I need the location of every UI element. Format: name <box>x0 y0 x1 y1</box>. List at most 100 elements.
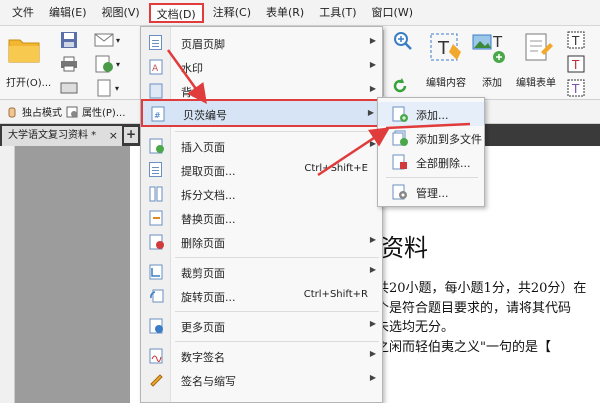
svg-text:T: T <box>571 82 580 96</box>
menu-item-delete-pages[interactable]: 删除页面 ▶ <box>141 230 382 254</box>
extract-pages-icon <box>149 162 165 178</box>
convert-icon[interactable]: ▾ <box>92 54 122 74</box>
menu-item-replace-pages[interactable]: 替换页面... <box>141 206 382 230</box>
menu-window[interactable]: 窗口(W) <box>366 3 419 23</box>
text-select-icon[interactable]: T <box>566 78 586 98</box>
submenu-arrow-icon: ▶ <box>369 319 376 328</box>
zoom-in-icon[interactable] <box>390 30 416 52</box>
add-label[interactable]: 添加 <box>482 74 502 89</box>
open-label[interactable]: 打开(O)... <box>6 74 51 89</box>
delete-pages-icon <box>149 234 165 250</box>
rotate-icon[interactable] <box>390 76 410 96</box>
edit-content-icon[interactable]: T <box>428 30 464 66</box>
manage-icon <box>392 184 408 200</box>
menu-item-header-footer[interactable]: 页眉页脚 ▶ <box>141 31 382 55</box>
text-field-icon[interactable]: T <box>566 30 586 50</box>
solo-mode-button[interactable]: 独占模式 <box>22 104 62 119</box>
menu-file[interactable]: 文件 <box>6 3 40 23</box>
menu-tools[interactable]: 工具(T) <box>313 3 362 23</box>
add-text-image-icon[interactable]: T <box>470 30 510 66</box>
document-tab-title: 大学语文复习资料 * <box>8 130 97 141</box>
svg-text:T: T <box>492 33 503 51</box>
properties-button[interactable]: 属性(P)... <box>82 104 125 119</box>
edit-form-label[interactable]: 编辑表单 <box>516 74 556 89</box>
save-icon[interactable] <box>58 30 80 50</box>
navigation-panel-strip[interactable] <box>0 146 15 403</box>
menu-item-label: 替换页面... <box>181 213 236 226</box>
menu-item-label: 提取页面... <box>181 165 236 178</box>
submenu-arrow-icon: ▶ <box>367 108 374 117</box>
submenu-arrow-icon: ▶ <box>369 36 376 45</box>
menu-separator <box>175 131 379 132</box>
edit-content-label[interactable]: 编辑内容 <box>426 74 466 89</box>
menu-item-extract-pages[interactable]: 提取页面... Ctrl+Shift+E <box>141 158 382 182</box>
menu-item-label: 背景 <box>181 86 203 99</box>
submenu-item-delete-all[interactable]: 全部删除... <box>378 150 484 174</box>
document-line: 之闲而轻伯夷之义"一句的是【 <box>376 340 551 355</box>
hand-icon[interactable] <box>6 106 18 118</box>
print-icon[interactable] <box>58 54 80 74</box>
submenu-item-add[interactable]: 添加... <box>378 102 484 126</box>
submenu-arrow-icon: ▶ <box>369 349 376 358</box>
menu-item-label: 旋转页面... <box>181 291 236 304</box>
submenu-arrow-icon: ▶ <box>369 84 376 93</box>
insert-pages-icon <box>149 138 165 154</box>
scan-icon[interactable] <box>58 78 80 96</box>
replace-pages-icon <box>149 210 165 226</box>
menu-item-label: 删除页面 <box>181 237 225 250</box>
menu-item-more-pages[interactable]: 更多页面 ▶ <box>141 314 382 338</box>
menu-edit[interactable]: 编辑(E) <box>43 3 93 23</box>
submenu-separator <box>386 177 478 178</box>
submenu-item-label: 管理... <box>416 187 449 200</box>
menu-item-label: 插入页面 <box>181 141 225 154</box>
bates-numbering-icon: # <box>151 106 167 122</box>
document-line: 个是符合题目要求的，请将其代码 <box>376 301 572 316</box>
new-document-icon[interactable]: ▾ <box>92 78 122 98</box>
open-folder-icon[interactable] <box>6 32 42 66</box>
properties-icon[interactable] <box>66 106 78 118</box>
secondary-toolbar: 独占模式 属性(P)... <box>0 100 140 124</box>
split-document-icon <box>149 186 165 202</box>
menu-form[interactable]: 表单(R) <box>260 3 310 23</box>
menu-item-split-document[interactable]: 拆分文档... <box>141 182 382 206</box>
menu-item-insert-pages[interactable]: 插入页面 ▶ <box>141 134 382 158</box>
menu-item-crop-pages[interactable]: 裁剪页面 ▶ <box>141 260 382 284</box>
document-line: 未选均无分。 <box>376 320 455 335</box>
menu-item-label: 签名与缩写 <box>181 375 236 388</box>
document-line: 共20小题，每小题1分，共20分）在 <box>376 281 587 296</box>
submenu-item-add-to-multiple-files[interactable]: 添加到多文件 <box>378 126 484 150</box>
menu-item-label: 水印 <box>181 62 203 75</box>
close-tab-icon[interactable]: × <box>109 126 118 146</box>
menu-item-label: 更多页面 <box>181 321 225 334</box>
menu-comment[interactable]: 注释(C) <box>207 3 257 23</box>
menu-document[interactable]: 文档(D) <box>148 2 204 23</box>
menu-item-bates-numbering[interactable]: # 贝茨编号 ▶ <box>141 99 382 127</box>
background-icon <box>149 83 165 99</box>
menu-view[interactable]: 视图(V) <box>96 3 146 23</box>
new-tab-button[interactable]: + <box>124 127 138 143</box>
watermark-icon: A <box>149 59 165 75</box>
svg-text:#: # <box>154 111 161 120</box>
crop-pages-icon <box>149 264 165 280</box>
menu-separator <box>175 257 379 258</box>
document-heading: 资料 <box>380 234 428 262</box>
ribbon-separator <box>383 30 384 96</box>
menu-item-digital-signature[interactable]: 数字签名 ▶ <box>141 344 382 368</box>
svg-text:T: T <box>571 58 580 72</box>
email-icon[interactable]: ▾ <box>92 30 122 50</box>
menu-separator <box>175 341 379 342</box>
menu-item-rotate-pages[interactable]: 旋转页面... Ctrl+Shift+R <box>141 284 382 308</box>
menu-item-label: 贝茨编号 <box>183 109 227 122</box>
submenu-arrow-icon: ▶ <box>369 373 376 382</box>
header-footer-icon <box>149 35 165 51</box>
menu-item-watermark[interactable]: A 水印 ▶ <box>141 55 382 79</box>
document-tab[interactable]: 大学语文复习资料 * × <box>2 126 122 146</box>
add-multiple-files-icon <box>392 130 408 146</box>
menu-item-shortcut: Ctrl+Shift+E <box>304 163 368 174</box>
submenu-item-manage[interactable]: 管理... <box>378 180 484 204</box>
submenu-arrow-icon: ▶ <box>369 265 376 274</box>
menu-item-sign-initials[interactable]: 签名与缩写 ▶ <box>141 368 382 392</box>
text-box-icon[interactable]: T <box>566 54 586 74</box>
more-pages-icon <box>149 318 165 334</box>
edit-form-icon[interactable] <box>520 30 556 66</box>
